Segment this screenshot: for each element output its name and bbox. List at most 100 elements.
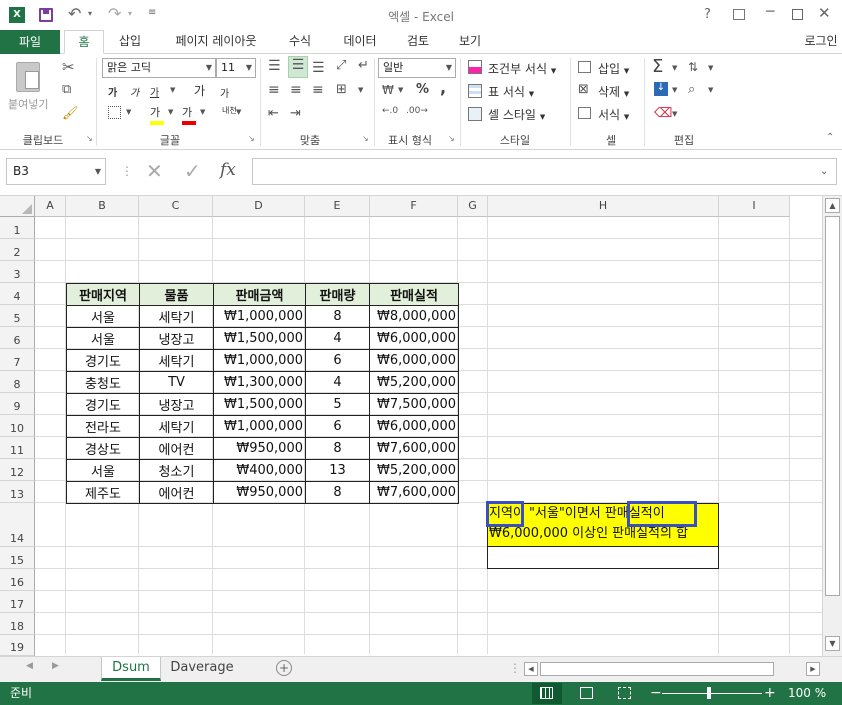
tab-view[interactable]: 보기 — [448, 30, 492, 54]
next-sheet-icon[interactable]: ▶ — [52, 661, 59, 671]
tab-file[interactable]: 파일 — [0, 30, 60, 54]
column-header-g[interactable]: G — [458, 196, 488, 217]
table-cell[interactable]: 경기도 — [66, 393, 140, 416]
hscroll-right-icon[interactable]: ▶ — [806, 662, 820, 676]
copy-icon[interactable]: ⧉ — [62, 82, 71, 97]
tab-data[interactable]: 데이터 — [332, 30, 388, 54]
table-cell[interactable]: 냉장고 — [139, 327, 214, 350]
tab-home[interactable]: 홈 — [64, 30, 104, 54]
paste-button[interactable]: 붙여넣기 — [8, 96, 48, 112]
table-cell[interactable]: 제주도 — [66, 481, 140, 504]
table-cell[interactable]: ₩7,600,000 — [369, 437, 459, 460]
number-format-combo[interactable]: 일반 ▼ — [378, 58, 456, 78]
autosum-icon[interactable]: Σ — [652, 56, 663, 77]
column-header-b[interactable]: B — [66, 196, 139, 217]
align-top-icon[interactable]: ☰ — [268, 58, 281, 74]
insert-cells-icon[interactable] — [578, 61, 591, 73]
row-header-14[interactable]: 14 — [0, 503, 35, 547]
normal-view-icon[interactable] — [532, 683, 562, 704]
column-header-h[interactable]: H — [488, 196, 719, 217]
row-header-19[interactable]: 19 — [0, 635, 35, 656]
clear-icon[interactable]: ⌫ — [654, 106, 672, 121]
table-cell[interactable]: 6 — [305, 349, 370, 372]
zoom-level[interactable]: 100 % — [788, 682, 826, 704]
fill-icon[interactable]: ↓ — [654, 82, 668, 96]
row-header-10[interactable]: 10 — [0, 415, 35, 437]
add-sheet-icon[interactable]: + — [276, 660, 292, 676]
select-all-corner[interactable] — [0, 196, 35, 217]
table-cell[interactable]: ₩1,000,000 — [213, 415, 306, 438]
cancel-entry-icon[interactable]: ✕ — [146, 159, 163, 183]
table-format-button[interactable]: 표 서식 ▼ — [488, 83, 534, 100]
page-break-view-icon[interactable] — [618, 687, 631, 699]
row-header-3[interactable]: 3 — [0, 261, 35, 283]
row-header-6[interactable]: 6 — [0, 327, 35, 349]
table-cell[interactable]: ₩1,000,000 — [213, 305, 306, 328]
table-cell[interactable]: 5 — [305, 393, 370, 416]
vertical-scrollbar[interactable]: ▲ ▼ — [822, 196, 842, 656]
increase-indent-icon[interactable]: ⇥ — [290, 106, 301, 121]
font-size-combo[interactable]: 11 ▼ — [216, 58, 256, 78]
formula-input[interactable] — [252, 158, 837, 185]
table-cell[interactable]: 8 — [305, 481, 370, 504]
table-cell[interactable]: ₩1,500,000 — [213, 327, 306, 350]
font-name-combo[interactable]: 맑은 고딕 ▼ — [102, 58, 216, 78]
hscroll-left-icon[interactable]: ◀ — [524, 662, 538, 676]
table-cell[interactable]: 세탁기 — [139, 415, 214, 438]
font-color-button[interactable]: 가 — [182, 104, 196, 125]
row-header-8[interactable]: 8 — [0, 371, 35, 393]
table-cell[interactable]: ₩1,500,000 — [213, 393, 306, 416]
table-cell[interactable]: ₩6,000,000 — [369, 349, 459, 372]
table-cell[interactable]: ₩7,500,000 — [369, 393, 459, 416]
row-header-2[interactable]: 2 — [0, 239, 35, 261]
row-header-4[interactable]: 4 — [0, 283, 35, 305]
orientation-icon[interactable]: ⤢ — [336, 58, 346, 73]
tab-page-layout[interactable]: 페이지 레이아웃 — [162, 30, 270, 54]
prev-sheet-icon[interactable]: ◀ — [26, 661, 33, 671]
increase-font-button[interactable]: 가 — [194, 82, 205, 99]
table-cell[interactable]: ₩1,300,000 — [213, 371, 306, 394]
result-cell[interactable] — [487, 547, 719, 569]
column-header-a[interactable]: A — [35, 196, 66, 217]
row-header-11[interactable]: 11 — [0, 437, 35, 459]
table-cell[interactable]: 경기도 — [66, 349, 140, 372]
table-cell[interactable]: 에어컨 — [139, 437, 214, 460]
table-cell[interactable]: 8 — [305, 437, 370, 460]
column-header-e[interactable]: E — [305, 196, 370, 217]
table-cell[interactable]: 서울 — [66, 327, 140, 350]
zoom-slider-thumb[interactable] — [707, 687, 711, 699]
font-launcher-icon[interactable]: ↘ — [248, 134, 255, 143]
scroll-down-icon[interactable]: ▼ — [825, 636, 840, 651]
zoom-in-button[interactable]: + — [764, 682, 776, 704]
table-cell[interactable]: ₩1,000,000 — [213, 349, 306, 372]
chevron-down-icon[interactable]: ▼ — [170, 86, 175, 94]
decrease-font-button[interactable]: 가 — [220, 85, 229, 100]
cell-styles-icon[interactable] — [468, 107, 482, 121]
row-header-13[interactable]: 13 — [0, 481, 35, 503]
row-header-5[interactable]: 5 — [0, 305, 35, 327]
row-header-1[interactable]: 1 — [0, 217, 35, 239]
percent-button[interactable]: % — [416, 82, 429, 97]
table-cell[interactable]: 전라도 — [66, 415, 140, 438]
tab-formulas[interactable]: 수식 — [278, 30, 322, 54]
header-item[interactable]: 물품 — [139, 283, 214, 306]
tab-split-grip-icon[interactable]: ⋮ — [509, 661, 521, 675]
table-cell[interactable]: ₩5,200,000 — [369, 371, 459, 394]
row-header-12[interactable]: 12 — [0, 459, 35, 481]
name-box[interactable]: B3 ▼ — [6, 158, 106, 185]
table-cell[interactable]: 6 — [305, 415, 370, 438]
merge-center-icon[interactable]: ⊞ — [336, 82, 347, 97]
row-header-18[interactable]: 18 — [0, 613, 35, 635]
paste-icon[interactable] — [16, 62, 40, 92]
table-cell[interactable]: 에어컨 — [139, 481, 214, 504]
formula-bar-grip-icon[interactable]: ⋮ — [121, 164, 133, 178]
header-sales[interactable]: 판매실적 — [369, 283, 459, 306]
table-cell[interactable]: 서울 — [66, 305, 140, 328]
table-cell[interactable]: 4 — [305, 327, 370, 350]
expand-formula-icon[interactable]: ⌄ — [820, 166, 828, 177]
chevron-down-icon[interactable]: ▼ — [398, 86, 403, 94]
chevron-down-icon[interactable]: ▼ — [358, 86, 363, 94]
table-cell[interactable]: 경상도 — [66, 437, 140, 460]
row-header-15[interactable]: 15 — [0, 547, 35, 569]
table-cell[interactable]: 4 — [305, 371, 370, 394]
